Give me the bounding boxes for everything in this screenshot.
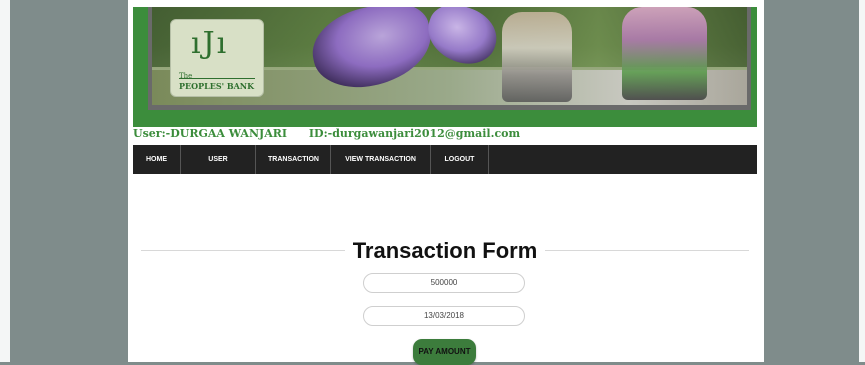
nav-home[interactable]: HOME (133, 145, 181, 174)
cyclist-image (622, 7, 707, 100)
header: ıJı The PEOPLES' BANK (133, 7, 757, 127)
main-nav: HOME USER PROFILE TRANSACTION VIEW TRANS… (133, 145, 757, 192)
nav-logout[interactable]: LOGOUT (431, 145, 489, 174)
nav-view-transaction[interactable]: VIEW TRANSACTION (331, 145, 431, 174)
header-banner-image: ıJı The PEOPLES' BANK (148, 7, 751, 110)
user-info-bar: User:-DURGAA WANJARI ID:-durgawanjari201… (133, 127, 538, 140)
pay-amount-button[interactable]: PAY AMOUNT (413, 339, 476, 365)
form-title-row: Transaction Form (141, 238, 749, 264)
nav-transaction[interactable]: TRANSACTION (256, 145, 331, 174)
date-field[interactable]: 13/03/2018 (363, 306, 525, 326)
user-id-label: ID:-durgawanjari2012@gmail.com (308, 127, 521, 140)
cyclist-image (502, 12, 572, 102)
left-edge (0, 0, 10, 362)
amount-field[interactable]: 500000 (363, 273, 525, 293)
user-name-label: User:-DURGAA WANJARI (133, 127, 288, 140)
logo-bank-name: PEOPLES' BANK (179, 81, 255, 91)
logo-mark: ıJı (191, 26, 229, 61)
nav-user-profile[interactable]: USER PROFILE (181, 145, 256, 192)
bank-logo: ıJı The PEOPLES' BANK (170, 19, 264, 97)
form-title: Transaction Form (344, 238, 546, 263)
right-edge (859, 0, 865, 362)
page-container: ıJı The PEOPLES' BANK User:-DURGAA WANJA… (128, 0, 764, 365)
